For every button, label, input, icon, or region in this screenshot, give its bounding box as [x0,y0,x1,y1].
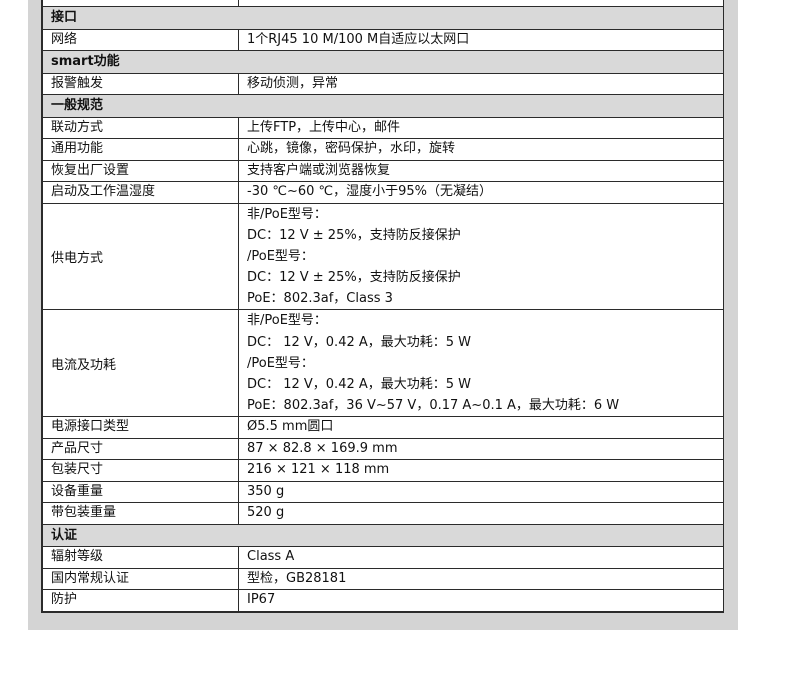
table-row: 带包装重量 520 g [42,502,724,525]
table-row: 防护 IP67 [42,589,724,612]
spec-value: 非/PoE型号： DC：12 V ± 25%，支持防反接保护/PoE型号： DC：1… [238,202,724,311]
spec-value: Ø5.5 mm圆口 [238,416,724,439]
spec-label: 网络 [42,28,239,51]
spec-label: 通用功能 [42,138,239,161]
table-row: 报警触发 移动侦测，异常 [42,72,724,95]
spec-label: 供电方式 [42,202,239,311]
spec-value-line: DC：12 V ± 25%，支持防反接保护 [247,227,461,243]
spec-value: 型检，GB28181 [238,567,724,591]
spec-label: 联动方式 [42,116,239,139]
spec-value: 520 g [238,502,724,525]
spec-label: 电源接口类型 [42,416,239,439]
spec-value-line: DC： 12 V，0.42 A，最大功耗：5 W [247,334,472,350]
spec-value: 87 × 82.8 × 169.9 mm [238,437,724,461]
table-row: 辐射等级 Class A [42,546,724,569]
section-header: 一般规范 [42,94,724,118]
spec-value: 1个RJ45 10 M/100 M自适应以太网口 [238,28,724,51]
section-title: 一般规范 [42,94,724,118]
spec-value: Class A [238,546,724,569]
spec-value-line: 非/PoE型号： [247,313,327,329]
section-header: 认证 [42,523,724,548]
spec-value: 支持客户端或浏览器恢复 [238,159,724,182]
table-row: 启动及工作温湿度 -30 ℃~60 ℃，湿度小于95%（无凝结） [42,181,724,204]
spec-value: 216 × 121 × 118 mm [238,459,724,482]
table-row: 电源接口类型 Ø5.5 mm圆口 [42,416,724,439]
table-row: 包装尺寸 216 × 121 × 118 mm [42,459,724,482]
spec-value: 350 g [238,480,724,504]
section-header: smart功能 [42,50,724,74]
table-row: 设备重量 350 g [42,480,724,504]
table-row: 联动方式 上传FTP，上传中心，邮件 [42,116,724,139]
spec-value: IP67 [238,589,724,612]
spec-value: -30 ℃~60 ℃，湿度小于95%（无凝结） [238,181,724,204]
table-row: 产品尺寸 87 × 82.8 × 169.9 mm [42,437,724,461]
spec-label: 包装尺寸 [42,459,239,482]
section-title: smart功能 [42,50,724,74]
spec-value: 心跳，镜像，密码保护，水印，旋转 [238,138,724,161]
spec-label: 国内常规认证 [42,567,239,591]
table-row: 网络 1个RJ45 10 M/100 M自适应以太网口 [42,28,724,51]
spec-value-line: 非/PoE型号： [247,206,327,222]
section-title: 接口 [42,6,724,30]
spec-value-line: PoE：802.3af，36 V~57 V，0.17 A~0.1 A，最大功耗：… [247,398,620,414]
spec-value: 移动侦测，异常 [238,72,724,95]
table-row: 电流及功耗 非/PoE型号： DC： 12 V，0.42 A，最大功耗：5 W/Po… [42,309,724,418]
table-row: 通用功能 心跳，镜像，密码保护，水印，旋转 [42,138,724,161]
section-header: 接口 [42,6,724,30]
section-title: 认证 [42,523,724,548]
spec-table: 接口 网络 1个RJ45 10 M/100 M自适应以太网口 smart功能 报警触发移… [41,0,724,613]
spec-value-line: DC：12 V ± 25%，支持防反接保护 [247,270,461,286]
spec-label: 启动及工作温湿度 [42,181,239,204]
spec-value-line: PoE：802.3af，Class 3 [247,291,393,307]
spec-value-line: DC： 12 V，0.42 A，最大功耗：5 W [247,377,472,392]
spec-label: 恢复出厂设置 [42,159,239,182]
spec-label: 辐射等级 [42,546,239,569]
table-row: 供电方式 非/PoE型号： DC：12 V ± 25%，支持防反接保护/PoE型号：… [42,202,724,311]
spec-value: 非/PoE型号： DC： 12 V，0.42 A，最大功耗：5 W/PoE型号： D… [238,309,724,418]
table-row: 恢复出厂设置 支持客户端或浏览器恢复 [42,159,724,182]
spec-label: 设备重量 [42,480,239,504]
spec-value: 上传FTP，上传中心，邮件 [238,116,724,139]
spec-label: 防护 [42,589,239,612]
spec-label: 电流及功耗 [42,309,239,418]
spec-label: 报警触发 [42,72,239,95]
spec-label: 带包装重量 [42,502,239,525]
spec-value-line: /PoE型号： [247,248,314,264]
spec-value-line: /PoE型号： [247,355,314,371]
table-row: 国内常规认证 型检，GB28181 [42,567,724,591]
spec-label: 产品尺寸 [42,437,239,461]
